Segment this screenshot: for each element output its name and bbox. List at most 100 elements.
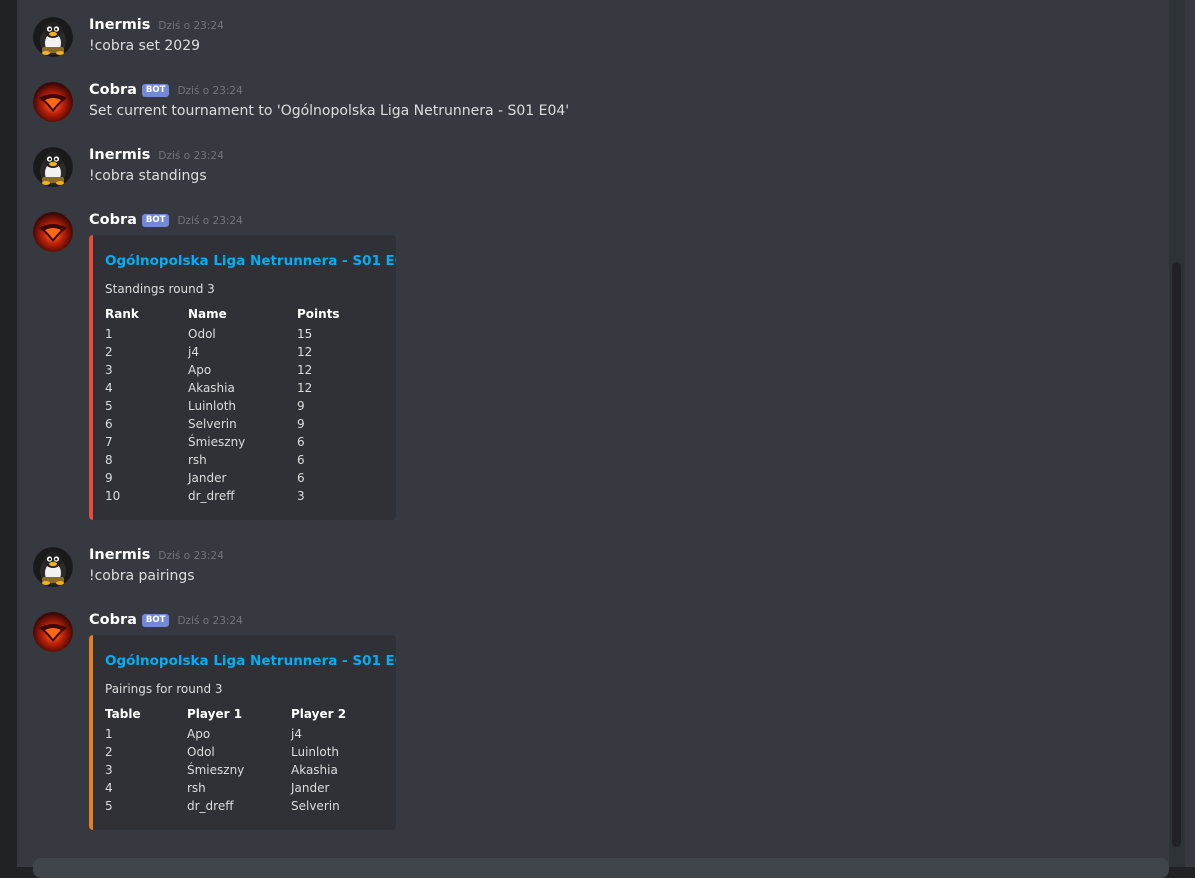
embed-description: Pairings for round 3 [105, 682, 223, 696]
message-header: Cobra BOT Dziś o 23:24 [89, 612, 243, 632]
table-row: 6 Selverin 9 [105, 415, 382, 433]
pairings-table: Table Player 1 Player 2 1 Apo j4 2 Odol Luinloth… [105, 705, 382, 815]
table-cell: 5 [105, 799, 113, 813]
table-cell: 6 [297, 435, 305, 449]
table-cell: 2 [105, 745, 113, 759]
standings-embed: Ogólnopolska Liga Netrunnera - S01 E04 S… [89, 235, 396, 520]
table-cell: Apo [187, 727, 211, 741]
timestamp: Dziś o 23:24 [177, 215, 243, 227]
timestamp: Dziś o 23:24 [177, 85, 243, 97]
penguin-avatar-icon[interactable] [33, 17, 73, 57]
message-header: Inermis Dziś o 23:24 [89, 17, 224, 37]
table-cell: Luinloth [291, 745, 340, 759]
right-gutter [1185, 0, 1195, 867]
bot-tag: BOT [141, 214, 170, 227]
timestamp: Dziś o 23:24 [158, 550, 224, 562]
table-row: 7 Śmieszny 6 [105, 433, 382, 451]
table-cell: 4 [105, 381, 113, 395]
table-cell: Selverin [188, 417, 237, 431]
username[interactable]: Cobra [89, 82, 137, 98]
table-cell: Apo [188, 363, 212, 377]
message-input-bar[interactable] [33, 858, 1169, 878]
table-row: 3 Apo 12 [105, 361, 382, 379]
table-row: 4 Akashia 12 [105, 379, 382, 397]
message-content: Set current tournament to 'Ogólnopolska … [89, 103, 570, 119]
table-cell: Selverin [291, 799, 340, 813]
table-cell: Jander [188, 471, 227, 485]
column-header: Rank [105, 307, 139, 321]
table-row: 10 dr_dreff 3 [105, 487, 382, 505]
table-cell: Luinloth [188, 399, 237, 413]
table-cell: 9 [297, 417, 305, 431]
table-cell: 1 [105, 727, 113, 741]
cobra-fire-avatar-icon[interactable] [33, 212, 73, 252]
penguin-avatar-icon[interactable] [33, 147, 73, 187]
username[interactable]: Inermis [89, 547, 150, 563]
table-cell: 9 [297, 399, 305, 413]
table-cell: 2 [105, 345, 113, 359]
table-row: 5 Luinloth 9 [105, 397, 382, 415]
username[interactable]: Inermis [89, 147, 150, 163]
table-cell: 6 [297, 471, 305, 485]
username[interactable]: Cobra [89, 612, 137, 628]
bot-tag: BOT [141, 614, 170, 627]
table-cell: 15 [297, 327, 313, 341]
table-cell: dr_dreff [187, 799, 234, 813]
table-row: 8 rsh 6 [105, 451, 382, 469]
username[interactable]: Inermis [89, 17, 150, 33]
chat-window: Inermis Dziś o 23:24 !cobra set 2029 Cob… [17, 0, 1169, 867]
message-content: !cobra standings [89, 168, 207, 184]
table-cell: Akashia [291, 763, 338, 777]
embed-title-link[interactable]: Ogólnopolska Liga Netrunnera - S01 E04 [105, 253, 396, 269]
bot-tag: BOT [141, 84, 170, 97]
table-cell: 4 [105, 781, 113, 795]
column-header: Player 1 [187, 707, 243, 721]
username[interactable]: Cobra [89, 212, 137, 228]
cobra-fire-avatar-icon[interactable] [33, 82, 73, 122]
embed-color-bar [89, 235, 93, 520]
table-cell: 7 [105, 435, 113, 449]
table-cell: 9 [105, 471, 113, 485]
table-row: 3 Śmieszny Akashia [105, 761, 382, 779]
embed-color-bar [89, 635, 93, 830]
table-header-row: Table Player 1 Player 2 [105, 705, 382, 725]
table-cell: 3 [105, 363, 113, 377]
column-header: Points [297, 307, 340, 321]
message-header: Cobra BOT Dziś o 23:24 [89, 212, 243, 232]
table-cell: Śmieszny [187, 763, 245, 777]
table-cell: 1 [105, 327, 113, 341]
penguin-avatar-icon[interactable] [33, 547, 73, 587]
table-cell: j4 [291, 727, 302, 741]
table-cell: 12 [297, 345, 313, 359]
table-row: 2 Odol Luinloth [105, 743, 382, 761]
message-header: Inermis Dziś o 23:24 [89, 547, 224, 567]
message-content: !cobra pairings [89, 568, 195, 584]
table-cell: 10 [105, 489, 121, 503]
table-cell: rsh [188, 453, 207, 467]
embed-title-link[interactable]: Ogólnopolska Liga Netrunnera - S01 E04 [105, 653, 396, 669]
pairings-embed: Ogólnopolska Liga Netrunnera - S01 E04 P… [89, 635, 396, 830]
standings-table: Rank Name Points 1 Odol 15 2 j4 12 3 Apo 12 4 Akashia… [105, 305, 382, 505]
table-cell: Jander [291, 781, 330, 795]
table-cell: 5 [105, 399, 113, 413]
table-cell: rsh [187, 781, 206, 795]
table-row: 4 rsh Jander [105, 779, 382, 797]
table-cell: dr_dreff [188, 489, 235, 503]
timestamp: Dziś o 23:24 [158, 20, 224, 32]
table-cell: 3 [297, 489, 305, 503]
column-header: Name [188, 307, 227, 321]
table-cell: j4 [188, 345, 199, 359]
table-row: 1 Odol 15 [105, 325, 382, 343]
table-row: 5 dr_dreff Selverin [105, 797, 382, 815]
table-cell: Odol [187, 745, 215, 759]
table-header-row: Rank Name Points [105, 305, 382, 325]
scrollbar-thumb[interactable] [1172, 262, 1181, 847]
table-cell: Akashia [188, 381, 235, 395]
timestamp: Dziś o 23:24 [158, 150, 224, 162]
embed-description: Standings round 3 [105, 282, 215, 296]
cobra-fire-avatar-icon[interactable] [33, 612, 73, 652]
message-header: Inermis Dziś o 23:24 [89, 147, 224, 167]
column-header: Player 2 [291, 707, 347, 721]
table-cell: 3 [105, 763, 113, 777]
table-row: 2 j4 12 [105, 343, 382, 361]
